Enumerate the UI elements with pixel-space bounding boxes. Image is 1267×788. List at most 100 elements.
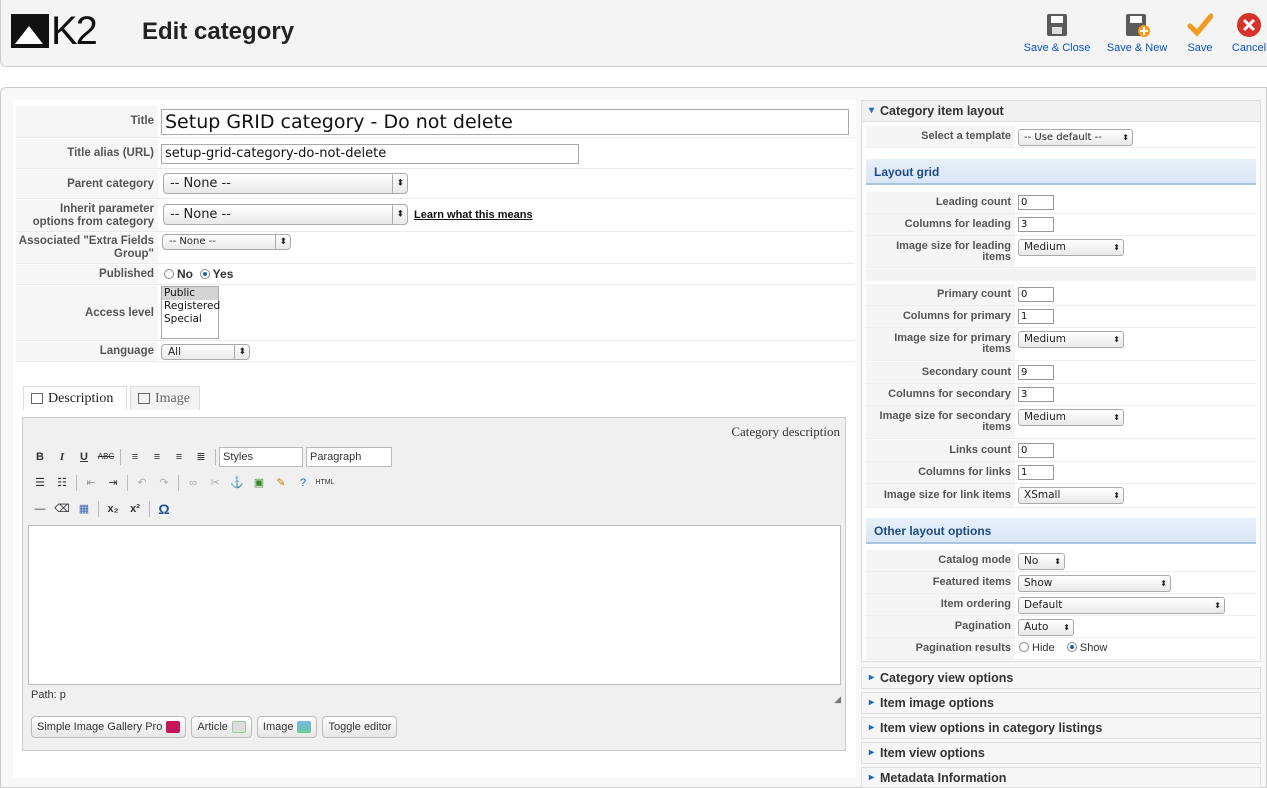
save-new-button[interactable]: Save & New	[1105, 12, 1169, 54]
tab-description-label: Description	[48, 391, 114, 406]
learn-more-link[interactable]: Learn what this means	[414, 209, 533, 221]
access-listbox[interactable]: Public Registered Special	[161, 286, 220, 339]
published-yes-label: Yes	[212, 267, 234, 281]
unlink-icon[interactable]: ✂	[204, 473, 226, 493]
language-select[interactable]: All	[161, 344, 250, 360]
html-icon[interactable]: HTML	[314, 473, 336, 493]
published-no-radio[interactable]	[164, 269, 174, 279]
save-close-button[interactable]: Save & Close	[1023, 12, 1091, 54]
align-justify-icon[interactable]: ≣	[190, 447, 212, 467]
horizontal-rule-icon[interactable]: —	[29, 499, 51, 519]
primary-count-input[interactable]: 0	[1018, 287, 1054, 302]
secondary-image-select[interactable]: Medium	[1018, 409, 1124, 426]
accordion-label: Item view options	[880, 746, 985, 760]
align-right-icon[interactable]: ≡	[168, 447, 190, 467]
parent-select[interactable]: -- None --	[163, 173, 408, 194]
superscript-icon[interactable]: x²	[124, 499, 146, 519]
mountain-logo-icon	[11, 14, 49, 48]
alias-input[interactable]: setup-grid-category-do-not-delete	[161, 144, 579, 164]
featured-select[interactable]: Show	[1018, 575, 1171, 592]
resize-handle-icon[interactable]: ◢	[834, 694, 841, 705]
accordion-item-view-listings[interactable]: Item view options in category listings	[861, 717, 1261, 739]
leading-image-select[interactable]: Medium	[1018, 239, 1124, 256]
align-left-icon[interactable]: ≡	[124, 447, 146, 467]
anchor-icon[interactable]: ⚓	[226, 473, 248, 493]
ordering-select[interactable]: Default	[1018, 597, 1225, 614]
pagination-results-options: Hide Show	[1019, 642, 1107, 654]
primary-columns-input[interactable]: 1	[1018, 309, 1054, 324]
italic-icon[interactable]: I	[51, 447, 73, 467]
underline-icon[interactable]: U	[73, 447, 95, 467]
outdent-icon[interactable]: ⇤	[80, 473, 102, 493]
styles-dropdown[interactable]: Styles	[219, 447, 303, 467]
editor-buttons: Simple Image Gallery Pro Article Image T…	[31, 716, 402, 738]
inherit-select[interactable]: -- None --	[163, 204, 408, 225]
tab-image[interactable]: Image	[130, 386, 200, 410]
access-option-public[interactable]: Public	[162, 287, 218, 300]
bold-icon[interactable]: B	[29, 447, 51, 467]
gallery-button[interactable]: Simple Image Gallery Pro	[31, 716, 187, 738]
editor-content-area[interactable]	[28, 525, 841, 685]
leading-columns-input[interactable]: 3	[1018, 217, 1054, 232]
article-icon	[231, 721, 246, 733]
article-button[interactable]: Article	[191, 716, 252, 738]
primary-image-select[interactable]: Medium	[1018, 331, 1124, 348]
special-char-icon[interactable]: Ω	[153, 499, 175, 519]
link-icon[interactable]: ∞	[182, 473, 204, 493]
cancel-icon	[1237, 13, 1261, 37]
accordion-category-view-options[interactable]: Category view options	[861, 667, 1261, 689]
language-label: Language	[16, 342, 158, 361]
leading-count-label: Leading count	[866, 192, 1015, 213]
catalog-select[interactable]: No	[1018, 553, 1065, 570]
accordion-label: Category item layout	[880, 104, 1004, 118]
leading-count-input[interactable]: 0	[1018, 195, 1054, 210]
align-center-icon[interactable]: ≡	[146, 447, 168, 467]
links-image-select[interactable]: XSmall	[1018, 487, 1124, 504]
toolbar-separator	[76, 475, 77, 491]
undo-icon[interactable]: ↶	[131, 473, 153, 493]
secondary-columns-row: Columns for secondary 3	[866, 384, 1256, 406]
ordering-label: Item ordering	[866, 594, 1015, 615]
remove-format-icon[interactable]: ⌫	[51, 499, 73, 519]
accordion-item-view-options[interactable]: Item view options	[861, 742, 1261, 764]
title-input[interactable]: Setup GRID category - Do not delete	[161, 109, 849, 135]
image-icon	[138, 393, 150, 404]
cancel-button[interactable]: Cancel	[1230, 12, 1267, 54]
toggle-editor-label: Toggle editor	[328, 721, 392, 733]
extra-fields-select[interactable]: -- None --	[162, 234, 291, 250]
table-icon[interactable]: ▦	[73, 499, 95, 519]
save-button[interactable]: Save	[1183, 12, 1217, 54]
numbered-list-icon[interactable]: ☷	[51, 473, 73, 493]
accordion-item-image-options[interactable]: Item image options	[861, 692, 1261, 714]
image-button[interactable]: Image	[256, 716, 318, 738]
secondary-columns-input[interactable]: 3	[1018, 387, 1054, 402]
accordion-metadata[interactable]: Metadata Information	[861, 767, 1261, 788]
strikethrough-icon[interactable]: ABC	[95, 447, 117, 467]
help-icon[interactable]: ?	[292, 473, 314, 493]
secondary-count-input[interactable]: 9	[1018, 365, 1054, 380]
bullet-list-icon[interactable]: ☰	[29, 473, 51, 493]
toggle-editor-button[interactable]: Toggle editor	[322, 716, 398, 738]
links-columns-input[interactable]: 1	[1018, 465, 1054, 480]
inherit-label: Inherit parameter options from category	[16, 200, 158, 231]
redo-icon[interactable]: ↷	[153, 473, 175, 493]
published-yes-radio[interactable]	[199, 269, 210, 279]
title-label: Title	[16, 106, 158, 137]
tab-description[interactable]: Description	[23, 386, 127, 410]
accordion-category-item-layout[interactable]: Category item layout	[861, 100, 1261, 122]
cleanup-icon[interactable]: ✎	[270, 473, 292, 493]
show-radio[interactable]	[1066, 642, 1077, 652]
links-count-input[interactable]: 0	[1018, 443, 1054, 458]
insert-image-icon[interactable]: ▣	[248, 473, 270, 493]
pagination-select[interactable]: Auto	[1018, 619, 1074, 636]
paragraph-dropdown[interactable]: Paragraph	[306, 447, 392, 467]
access-option-registered[interactable]: Registered	[162, 300, 220, 313]
cancel-label: Cancel	[1231, 42, 1267, 54]
editor-heading: Category description	[731, 424, 840, 439]
hide-radio[interactable]	[1019, 642, 1029, 652]
published-row: Published No Yes	[16, 265, 854, 285]
subscript-icon[interactable]: x₂	[102, 499, 124, 519]
indent-icon[interactable]: ⇥	[102, 473, 124, 493]
access-option-special[interactable]: Special	[162, 313, 218, 326]
template-select[interactable]: -- Use default --	[1018, 129, 1133, 146]
